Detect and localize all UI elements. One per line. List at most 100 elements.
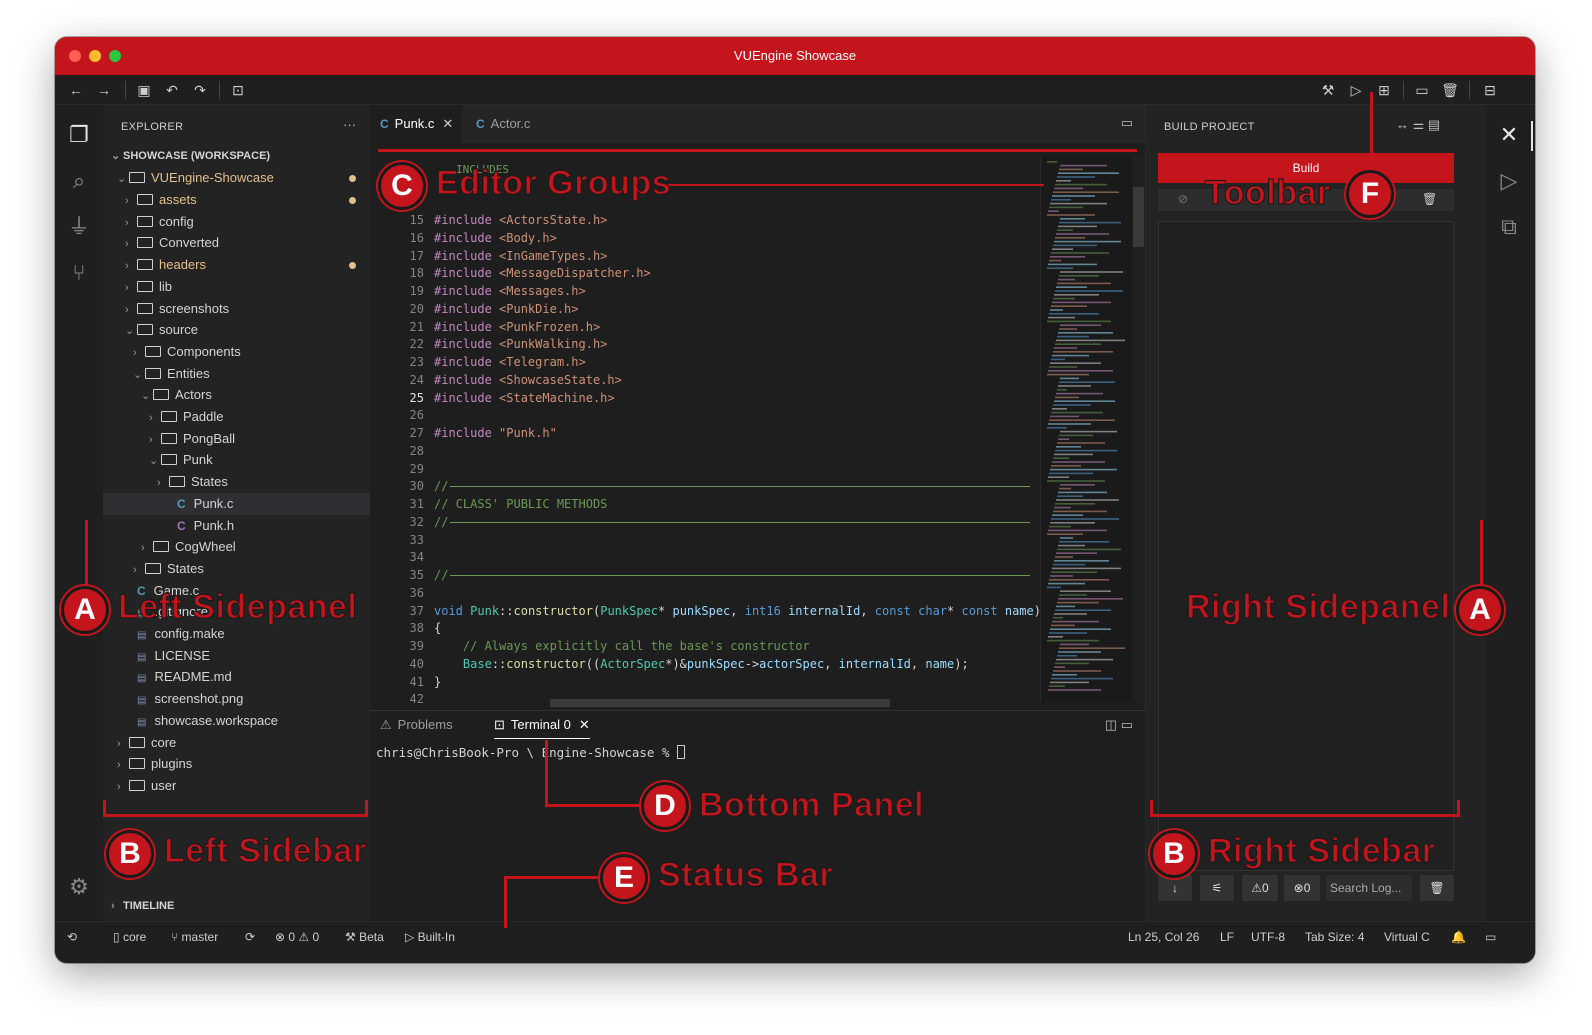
export-icon[interactable]: ▭ [1411,80,1433,100]
tree-folder[interactable]: ⌄ source [103,319,370,341]
build-wrench-icon[interactable]: ⚒ [1317,80,1339,100]
warnings-count[interactable]: ⚠0 [1242,875,1278,901]
tree-folder[interactable]: ⌄ Punk [103,449,370,471]
tree-folder[interactable]: › plugins [103,753,370,775]
code-line[interactable]: 31// CLASS' PUBLIC METHODS [370,495,1035,513]
tree-folder[interactable]: › Converted [103,232,370,254]
scroll-down-icon[interactable]: ↓ [1158,875,1192,901]
code-line[interactable]: 41} [370,673,1035,691]
flash-device-icon[interactable]: ⧉ [1495,213,1523,241]
code-line[interactable]: 37 void Punk::constructor(PunkSpec* punkS… [370,602,1041,620]
search-log-input[interactable]: Search Log... [1326,875,1412,901]
code-line[interactable]: 25 #include <StateMachine.h> [370,389,1035,407]
status-position[interactable]: Ln 25, Col 26 [1128,930,1199,944]
code-line[interactable]: 39 // Always explicitly call the base's … [370,637,1035,655]
tab-actor-c[interactable]: C Actor.c [466,105,562,143]
bell-icon[interactable]: 🔔 [1451,930,1466,944]
code-line[interactable]: 38{ [370,619,1035,637]
horizontal-scrollbar[interactable] [550,699,890,707]
forward-arrow-icon[interactable]: → [93,80,115,100]
tree-folder[interactable]: › States [103,471,370,493]
project-folder[interactable]: ⌄ VUEngine-Showcase [103,167,370,189]
code-line[interactable]: 29 [370,460,1035,478]
code-line[interactable]: 30// [370,477,1035,495]
tree-folder[interactable]: › States [103,558,370,580]
code-line[interactable]: 22 #include <PunkWalking.h> [370,335,1035,353]
code-line[interactable]: 18 #include <MessageDispatcher.h> [370,264,1035,282]
code-line[interactable]: 28 [370,442,1035,460]
code-line[interactable]: 15 #include <ActorsState.h> [370,211,1035,229]
emulator-play-icon[interactable]: ▷ [1495,167,1523,195]
explorer-files-icon[interactable]: ❐ [65,121,93,149]
tree-file[interactable]: ▤ README.md [103,666,370,688]
tree-folder[interactable]: › headers [103,254,370,276]
tab-problems[interactable]: ⚠ Problems [380,711,453,739]
undo-icon[interactable]: ↶ [161,80,183,100]
tree-folder[interactable]: › screenshots [103,298,370,320]
code-line[interactable]: 40 Base::constructor((ActorSpec*)&punkSp… [370,655,1035,673]
status-problems[interactable]: ⊗ 0 ⚠ 0 [275,930,319,944]
tree-folder[interactable]: › config [103,211,370,233]
cancel-icon[interactable]: ⊘ [1178,192,1188,206]
panel-layout-icon[interactable]: ◫ ▭ [1105,717,1133,733]
tree-folder[interactable]: › core [103,732,370,754]
tree-folder[interactable]: › user [103,775,370,797]
remote-icon[interactable]: ⟲ [67,930,77,944]
tree-file[interactable]: C Punk.h [103,515,370,537]
split-editor-icon[interactable]: ▭ [1121,115,1133,131]
code-line[interactable]: 21 #include <PunkFrozen.h> [370,318,1035,336]
clear-log-icon[interactable]: 🗑 [1420,875,1454,901]
more-actions-icon[interactable]: ··· [343,117,356,132]
tree-folder[interactable]: ⌄ Actors [103,384,370,406]
search-icon[interactable]: ⌕ [65,167,93,195]
errors-count[interactable]: ⊗0 [1284,875,1320,901]
tree-folder[interactable]: ⌄ Entities [103,363,370,385]
code-line[interactable]: 34 [370,548,1035,566]
trash-icon[interactable]: 🗑 [1422,192,1437,206]
build-log[interactable] [1158,221,1454,871]
flash-cart-icon[interactable]: ⊞ [1373,80,1395,100]
terminal-icon[interactable]: ⊡ [227,80,249,100]
code-line[interactable]: 27 #include "Punk.h" [370,424,1035,442]
build-panel-actions-icon[interactable]: ↔ ⚌ ▤ [1396,117,1440,133]
save-icon[interactable]: ▣ [133,80,155,100]
tab-punk-c[interactable]: C Punk.c ✕ [370,105,462,143]
tree-file[interactable]: ▤ LICENSE [103,645,370,667]
back-arrow-icon[interactable]: ← [65,80,87,100]
code-line[interactable]: 36 [370,584,1035,602]
status-branch[interactable]: ⑂ master [171,930,218,944]
plug-icon[interactable]: ⏚ [65,213,93,241]
build-tools-icon[interactable]: ✕ [1495,121,1523,149]
redo-icon[interactable]: ↷ [189,80,211,100]
status-builtin[interactable]: ▷ Built-In [405,930,455,944]
tree-folder[interactable]: › Components [103,341,370,363]
tree-folder[interactable]: › CogWheel [103,536,370,558]
sync-icon[interactable]: ⟳ [245,930,255,944]
layout-icon[interactable]: ⊟ [1479,80,1501,100]
tree-folder[interactable]: › PongBall [103,428,370,450]
run-icon[interactable]: ▷ [1345,80,1367,100]
status-tabsize[interactable]: Tab Size: 4 [1305,930,1364,944]
workspace-row[interactable]: ⌄ SHOWCASE (WORKSPACE) [103,145,370,167]
code-line[interactable]: 35// [370,566,1035,584]
tree-file[interactable]: C Punk.c [103,492,370,515]
minimap[interactable] [1040,157,1132,702]
status-beta[interactable]: ⚒ Beta [345,930,384,944]
code-line[interactable]: 20 #include <PunkDie.h> [370,300,1035,318]
layout-toggle-icon[interactable]: ▭ [1485,930,1496,944]
tree-file[interactable]: ▤ showcase.workspace [103,710,370,732]
code-line[interactable]: 23 #include <Telegram.h> [370,353,1035,371]
code-line[interactable]: 17 #include <InGameTypes.h> [370,247,1035,265]
terminal-output[interactable]: chris@ChrisBook-Pro \ Engine-Showcase % [376,745,686,760]
timeline-section[interactable]: › TIMELINE [103,895,370,917]
status-language[interactable]: Virtual C [1384,930,1430,944]
clean-trash-icon[interactable]: 🗑 [1439,80,1461,100]
status-encoding[interactable]: UTF-8 [1251,930,1285,944]
filter-icon[interactable]: ⚟ [1200,875,1234,901]
tree-file[interactable]: ▤ screenshot.png [103,688,370,710]
status-core[interactable]: ▯ core [113,930,146,944]
code-line[interactable]: 26 [370,406,1035,424]
code-line[interactable]: 32// [370,513,1035,531]
tree-folder[interactable]: › assets [103,189,370,211]
code-line[interactable]: 33 [370,531,1035,549]
